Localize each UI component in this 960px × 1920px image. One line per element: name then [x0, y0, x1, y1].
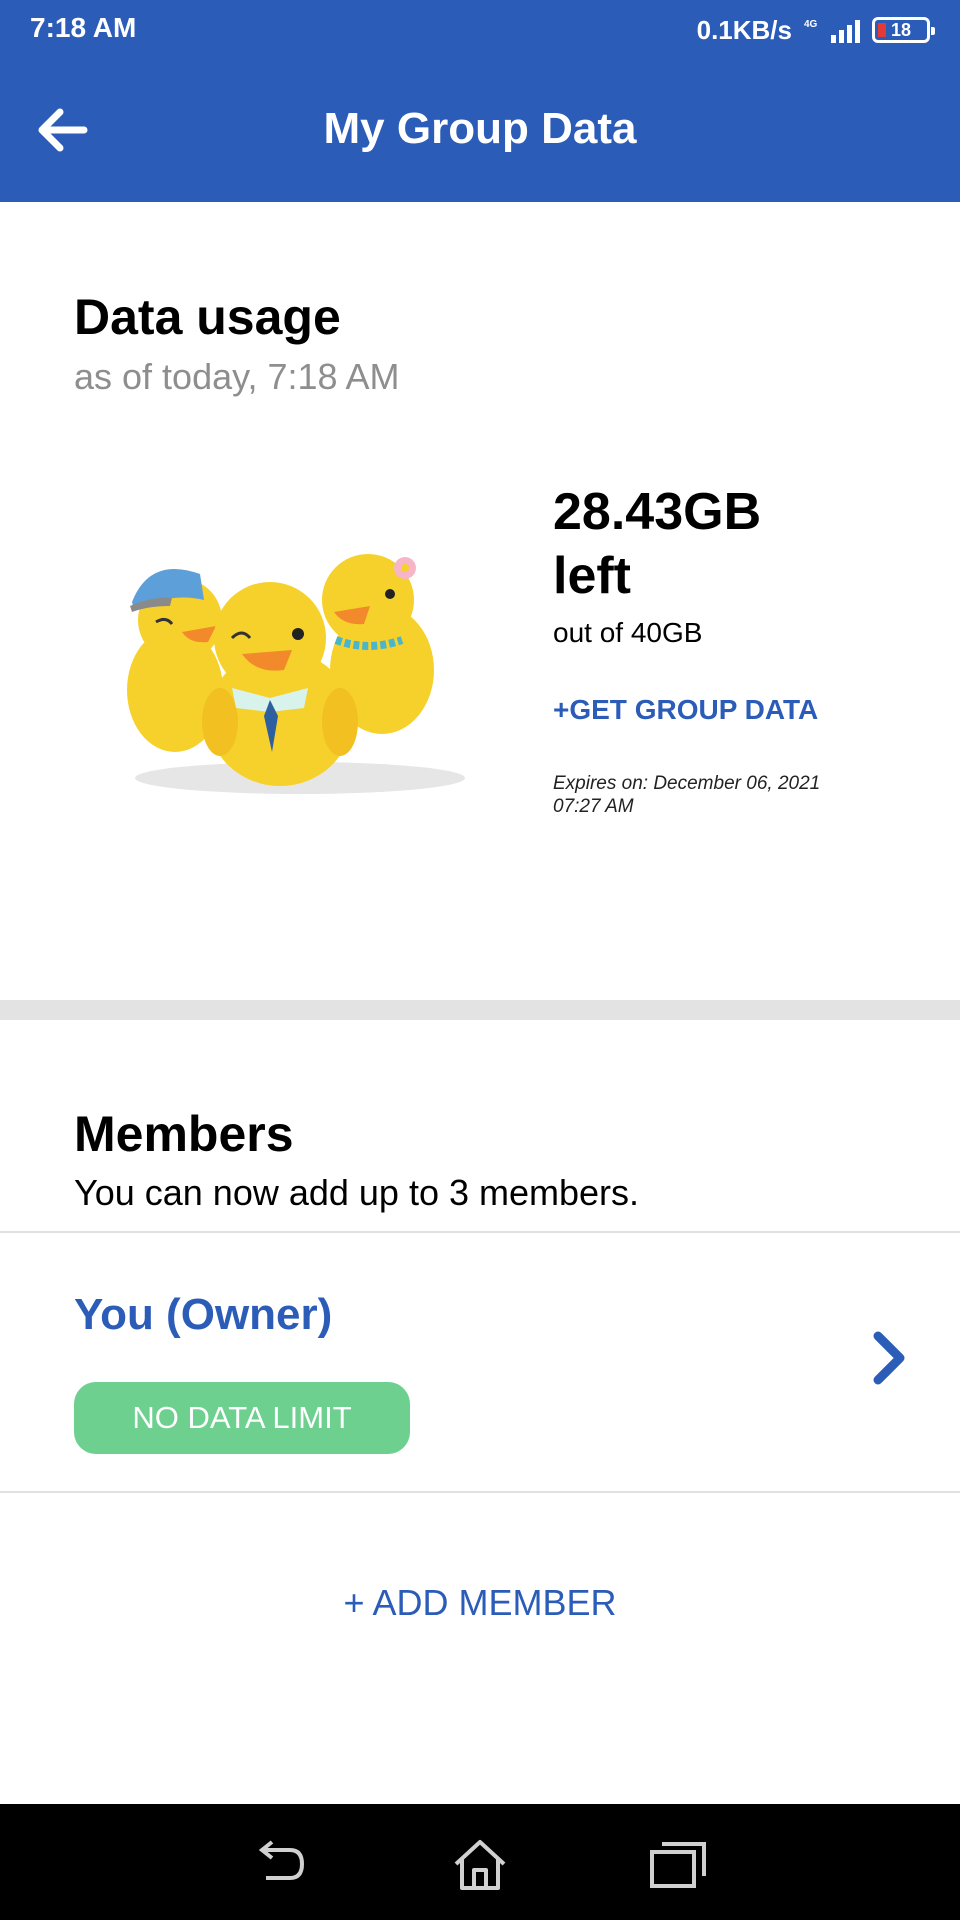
data-limit-badge: NO DATA LIMIT — [74, 1382, 410, 1454]
home-icon — [454, 1840, 506, 1890]
status-indicators: 0.1KB/s 4G 18 — [696, 12, 935, 48]
section-divider — [0, 1000, 960, 1020]
nav-recents-button[interactable] — [648, 1836, 708, 1892]
status-bar: 7:18 AM 0.1KB/s 4G 18 — [0, 0, 960, 60]
expiry-date-line: Expires on: December 06, 2021 — [553, 773, 821, 794]
nav-back-button[interactable] — [250, 1836, 310, 1892]
members-title: Members — [74, 1106, 294, 1162]
get-group-data-link[interactable]: +GET GROUP DATA — [553, 694, 818, 726]
network-speed: 0.1KB/s — [696, 14, 792, 45]
data-remaining-label: left — [553, 547, 631, 605]
signal-icon: 4G — [804, 15, 860, 45]
network-type: 4G — [804, 19, 818, 30]
expiry-date: Expires on: December 06, 2021 07:27 AM — [553, 772, 853, 818]
ducks-illustration — [120, 540, 480, 800]
app-bar: My Group Data — [0, 60, 960, 202]
data-remaining: 28.43GB left — [553, 480, 853, 608]
recents-icon — [650, 1842, 706, 1888]
battery-icon: 18 — [872, 17, 935, 43]
chevron-right-icon[interactable] — [868, 1328, 912, 1388]
nav-home-button[interactable] — [450, 1836, 510, 1892]
data-usage-title: Data usage — [74, 289, 341, 345]
battery-level: 18 — [890, 19, 912, 40]
member-row-owner[interactable]: You (Owner) NO DATA LIMIT — [0, 1233, 960, 1491]
data-usage-timestamp: as of today, 7:18 AM — [74, 356, 400, 397]
divider — [0, 1491, 960, 1493]
system-nav-bar — [0, 1804, 960, 1920]
status-time: 7:18 AM — [30, 12, 137, 43]
expiry-time-line: 07:27 AM — [553, 796, 634, 817]
page-title: My Group Data — [323, 104, 637, 153]
data-total: out of 40GB — [553, 617, 703, 648]
data-remaining-amount: 28.43GB — [553, 483, 762, 541]
members-subtitle: You can now add up to 3 members. — [74, 1172, 640, 1213]
back-icon — [258, 1840, 305, 1880]
member-name: You (Owner) — [74, 1290, 333, 1339]
add-member-button[interactable]: + ADD MEMBER — [0, 1582, 960, 1624]
